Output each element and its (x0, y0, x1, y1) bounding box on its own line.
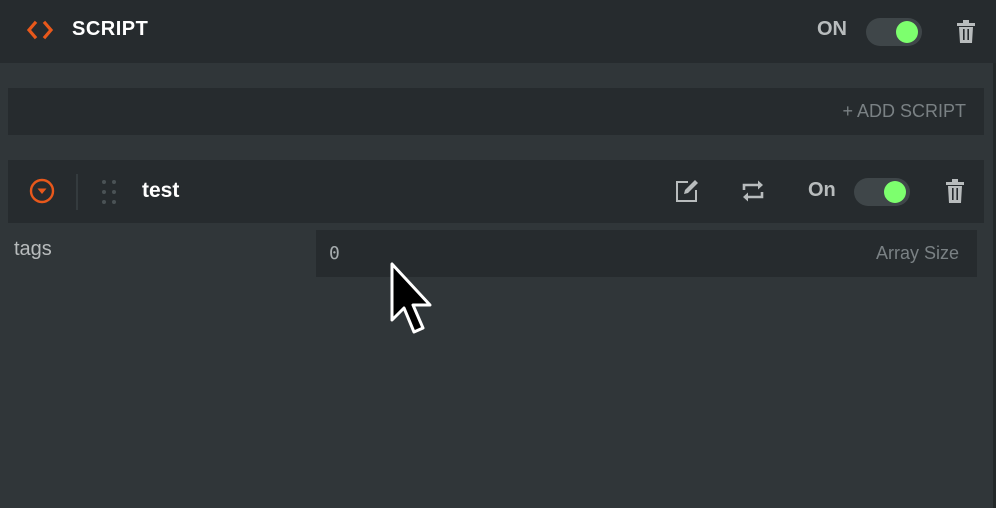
script-name: test (142, 179, 180, 202)
script-instance-row: test On (8, 160, 984, 223)
drag-handle-icon[interactable] (100, 178, 120, 208)
row-divider (76, 174, 78, 210)
collapse-chevron-down-icon[interactable] (28, 177, 56, 205)
component-enabled-toggle[interactable] (866, 18, 922, 46)
component-enabled-label: ON (817, 18, 847, 40)
script-code-icon (26, 20, 54, 40)
script-component-header: SCRIPT ON (0, 0, 996, 63)
attribute-label-tags: tags (14, 238, 52, 260)
array-size-hint: Array Size (875, 243, 959, 263)
mouse-pointer-icon (388, 262, 438, 342)
toggle-knob (896, 21, 918, 43)
edit-script-pencil-icon[interactable] (673, 177, 701, 205)
delete-component-trash-icon[interactable] (955, 20, 977, 44)
add-script-bar: + ADD SCRIPT (8, 88, 984, 135)
swap-script-repeat-icon[interactable] (739, 177, 767, 205)
array-size-value: 0 (329, 243, 340, 264)
delete-script-trash-icon[interactable] (944, 178, 966, 204)
script-enabled-label: On (808, 179, 836, 201)
component-title: SCRIPT (72, 18, 149, 40)
script-enabled-toggle[interactable] (854, 178, 910, 206)
toggle-knob (884, 181, 906, 203)
add-script-button[interactable]: + ADD SCRIPT (842, 101, 966, 122)
